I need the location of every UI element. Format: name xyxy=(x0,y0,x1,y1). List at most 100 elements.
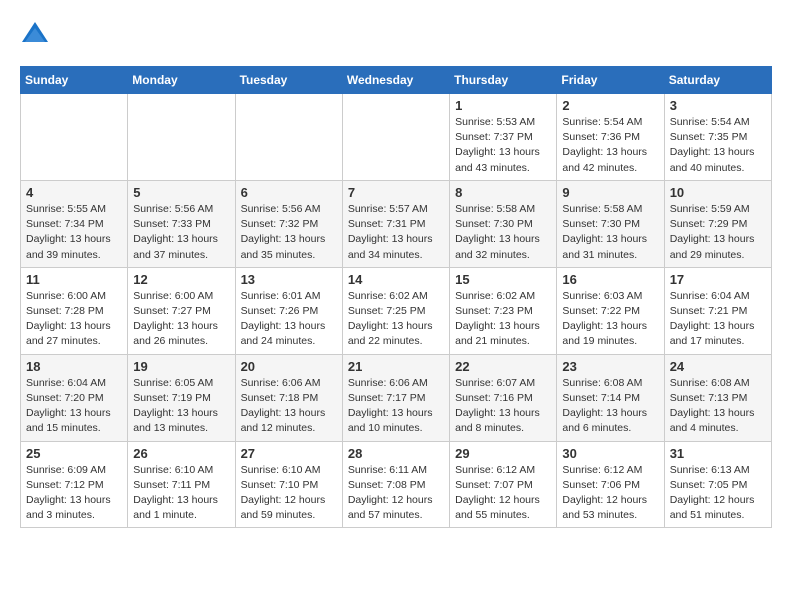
day-detail: Sunrise: 5:58 AMSunset: 7:30 PMDaylight:… xyxy=(455,202,551,263)
weekday-header-row: SundayMondayTuesdayWednesdayThursdayFrid… xyxy=(21,67,772,94)
day-detail: Sunrise: 5:54 AMSunset: 7:35 PMDaylight:… xyxy=(670,115,766,176)
day-number: 14 xyxy=(348,272,444,287)
weekday-header-tuesday: Tuesday xyxy=(235,67,342,94)
day-number: 29 xyxy=(455,446,551,461)
week-row-4: 25 Sunrise: 6:09 AMSunset: 7:12 PMDayligh… xyxy=(21,441,772,528)
day-number: 6 xyxy=(241,185,337,200)
day-number: 31 xyxy=(670,446,766,461)
weekday-header-thursday: Thursday xyxy=(450,67,557,94)
day-detail: Sunrise: 6:02 AMSunset: 7:23 PMDaylight:… xyxy=(455,289,551,350)
calendar-cell xyxy=(128,94,235,181)
day-detail: Sunrise: 5:59 AMSunset: 7:29 PMDaylight:… xyxy=(670,202,766,263)
day-detail: Sunrise: 6:03 AMSunset: 7:22 PMDaylight:… xyxy=(562,289,658,350)
week-row-3: 18 Sunrise: 6:04 AMSunset: 7:20 PMDayligh… xyxy=(21,354,772,441)
day-number: 25 xyxy=(26,446,122,461)
day-number: 7 xyxy=(348,185,444,200)
calendar-cell: 28Sunrise: 6:11 AMSunset: 7:08 PMDayligh… xyxy=(342,441,449,528)
calendar-cell: 9 Sunrise: 5:58 AMSunset: 7:30 PMDaylight… xyxy=(557,180,664,267)
calendar-cell: 16 Sunrise: 6:03 AMSunset: 7:22 PMDayligh… xyxy=(557,267,664,354)
day-detail: Sunrise: 5:56 AMSunset: 7:33 PMDaylight:… xyxy=(133,202,229,263)
day-detail: Sunrise: 5:58 AMSunset: 7:30 PMDaylight:… xyxy=(562,202,658,263)
day-number: 9 xyxy=(562,185,658,200)
day-detail: Sunrise: 6:10 AMSunset: 7:11 PMDaylight:… xyxy=(133,463,229,524)
day-number: 4 xyxy=(26,185,122,200)
calendar-cell: 25 Sunrise: 6:09 AMSunset: 7:12 PMDayligh… xyxy=(21,441,128,528)
day-detail: Sunrise: 6:13 AMSunset: 7:05 PMDaylight:… xyxy=(670,463,766,524)
logo xyxy=(20,20,54,50)
week-row-0: 1Sunrise: 5:53 AMSunset: 7:37 PMDaylight… xyxy=(21,94,772,181)
day-number: 8 xyxy=(455,185,551,200)
day-number: 15 xyxy=(455,272,551,287)
day-detail: Sunrise: 6:09 AMSunset: 7:12 PMDaylight:… xyxy=(26,463,122,524)
day-number: 20 xyxy=(241,359,337,374)
day-number: 12 xyxy=(133,272,229,287)
calendar-cell: 7Sunrise: 5:57 AMSunset: 7:31 PMDaylight… xyxy=(342,180,449,267)
day-number: 24 xyxy=(670,359,766,374)
day-number: 26 xyxy=(133,446,229,461)
day-number: 27 xyxy=(241,446,337,461)
calendar-cell: 27 Sunrise: 6:10 AMSunset: 7:10 PMDayligh… xyxy=(235,441,342,528)
weekday-header-wednesday: Wednesday xyxy=(342,67,449,94)
day-number: 18 xyxy=(26,359,122,374)
week-row-1: 4Sunrise: 5:55 AMSunset: 7:34 PMDaylight… xyxy=(21,180,772,267)
day-number: 10 xyxy=(670,185,766,200)
week-row-2: 11Sunrise: 6:00 AMSunset: 7:28 PMDayligh… xyxy=(21,267,772,354)
day-detail: Sunrise: 6:04 AMSunset: 7:20 PMDaylight:… xyxy=(26,376,122,437)
day-detail: Sunrise: 6:11 AMSunset: 7:08 PMDaylight:… xyxy=(348,463,444,524)
weekday-header-monday: Monday xyxy=(128,67,235,94)
day-detail: Sunrise: 6:10 AMSunset: 7:10 PMDaylight:… xyxy=(241,463,337,524)
calendar-cell: 3 Sunrise: 5:54 AMSunset: 7:35 PMDaylight… xyxy=(664,94,771,181)
calendar-cell: 19 Sunrise: 6:05 AMSunset: 7:19 PMDayligh… xyxy=(128,354,235,441)
calendar-cell: 2Sunrise: 5:54 AMSunset: 7:36 PMDaylight… xyxy=(557,94,664,181)
calendar-cell: 8 Sunrise: 5:58 AMSunset: 7:30 PMDaylight… xyxy=(450,180,557,267)
calendar-cell xyxy=(342,94,449,181)
weekday-header-friday: Friday xyxy=(557,67,664,94)
day-number: 16 xyxy=(562,272,658,287)
day-number: 21 xyxy=(348,359,444,374)
calendar-cell: 22 Sunrise: 6:07 AMSunset: 7:16 PMDayligh… xyxy=(450,354,557,441)
weekday-header-sunday: Sunday xyxy=(21,67,128,94)
day-detail: Sunrise: 6:05 AMSunset: 7:19 PMDaylight:… xyxy=(133,376,229,437)
day-detail: Sunrise: 6:08 AMSunset: 7:13 PMDaylight:… xyxy=(670,376,766,437)
day-number: 30 xyxy=(562,446,658,461)
day-detail: Sunrise: 6:00 AMSunset: 7:28 PMDaylight:… xyxy=(26,289,122,350)
calendar-cell: 20 Sunrise: 6:06 AMSunset: 7:18 PMDayligh… xyxy=(235,354,342,441)
day-number: 3 xyxy=(670,98,766,113)
day-detail: Sunrise: 6:01 AMSunset: 7:26 PMDaylight:… xyxy=(241,289,337,350)
calendar-cell: 10 Sunrise: 5:59 AMSunset: 7:29 PMDayligh… xyxy=(664,180,771,267)
day-detail: Sunrise: 6:07 AMSunset: 7:16 PMDaylight:… xyxy=(455,376,551,437)
calendar-cell: 14 Sunrise: 6:02 AMSunset: 7:25 PMDayligh… xyxy=(342,267,449,354)
calendar-cell: 23 Sunrise: 6:08 AMSunset: 7:14 PMDayligh… xyxy=(557,354,664,441)
calendar-cell: 15 Sunrise: 6:02 AMSunset: 7:23 PMDayligh… xyxy=(450,267,557,354)
calendar-cell: 12 Sunrise: 6:00 AMSunset: 7:27 PMDayligh… xyxy=(128,267,235,354)
calendar-cell: 11Sunrise: 6:00 AMSunset: 7:28 PMDayligh… xyxy=(21,267,128,354)
calendar-cell: 29Sunrise: 6:12 AMSunset: 7:07 PMDayligh… xyxy=(450,441,557,528)
calendar-cell: 6 Sunrise: 5:56 AMSunset: 7:32 PMDaylight… xyxy=(235,180,342,267)
page-header xyxy=(20,20,772,50)
day-detail: Sunrise: 5:56 AMSunset: 7:32 PMDaylight:… xyxy=(241,202,337,263)
day-number: 22 xyxy=(455,359,551,374)
calendar-cell: 21 Sunrise: 6:06 AMSunset: 7:17 PMDayligh… xyxy=(342,354,449,441)
day-detail: Sunrise: 6:00 AMSunset: 7:27 PMDaylight:… xyxy=(133,289,229,350)
day-number: 13 xyxy=(241,272,337,287)
calendar-cell: 13 Sunrise: 6:01 AMSunset: 7:26 PMDayligh… xyxy=(235,267,342,354)
day-detail: Sunrise: 6:02 AMSunset: 7:25 PMDaylight:… xyxy=(348,289,444,350)
weekday-header-saturday: Saturday xyxy=(664,67,771,94)
day-detail: Sunrise: 6:08 AMSunset: 7:14 PMDaylight:… xyxy=(562,376,658,437)
calendar-cell xyxy=(21,94,128,181)
calendar-cell xyxy=(235,94,342,181)
day-number: 23 xyxy=(562,359,658,374)
day-number: 17 xyxy=(670,272,766,287)
day-number: 19 xyxy=(133,359,229,374)
calendar-cell: 24 Sunrise: 6:08 AMSunset: 7:13 PMDayligh… xyxy=(664,354,771,441)
day-detail: Sunrise: 6:06 AMSunset: 7:17 PMDaylight:… xyxy=(348,376,444,437)
calendar-cell: 31 Sunrise: 6:13 AMSunset: 7:05 PMDayligh… xyxy=(664,441,771,528)
day-detail: Sunrise: 6:12 AMSunset: 7:06 PMDaylight:… xyxy=(562,463,658,524)
day-number: 5 xyxy=(133,185,229,200)
day-detail: Sunrise: 6:06 AMSunset: 7:18 PMDaylight:… xyxy=(241,376,337,437)
calendar-cell: 4Sunrise: 5:55 AMSunset: 7:34 PMDaylight… xyxy=(21,180,128,267)
calendar-table: SundayMondayTuesdayWednesdayThursdayFrid… xyxy=(20,66,772,528)
day-number: 1 xyxy=(455,98,551,113)
logo-icon xyxy=(20,20,50,50)
day-detail: Sunrise: 5:54 AMSunset: 7:36 PMDaylight:… xyxy=(562,115,658,176)
